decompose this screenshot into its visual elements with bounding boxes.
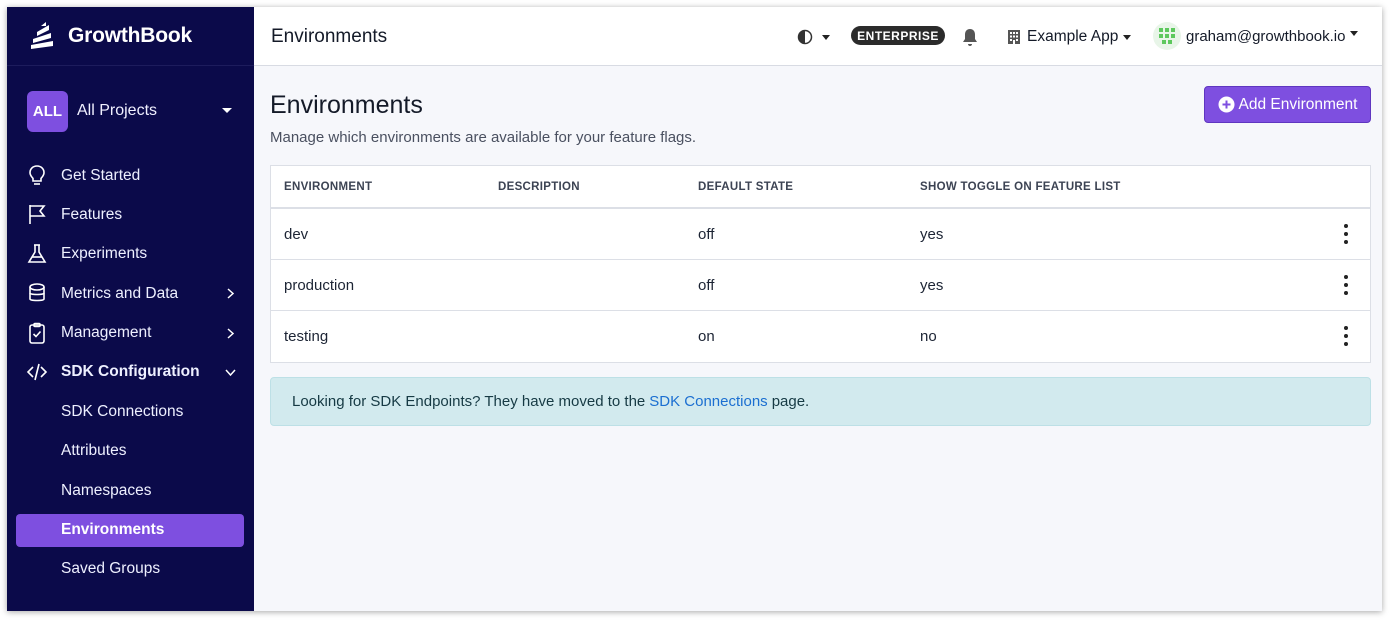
sidebar-item-label: Saved Groups (61, 560, 161, 578)
sidebar-subitem-namespaces[interactable]: Namespaces (16, 474, 244, 507)
sidebar-item-metrics-and-data[interactable]: Metrics and Data (16, 277, 244, 310)
top-bar: Environments ENTERPRISE Example App grah… (254, 7, 1382, 66)
app-name: GrowthBook (68, 24, 192, 47)
chevron-down-icon (1350, 31, 1359, 36)
kebab-menu-icon[interactable] (1338, 224, 1354, 244)
cell-environment: testing (284, 328, 329, 345)
main-content: Environments Manage which environments a… (254, 67, 1382, 611)
growthbook-logo-icon (31, 22, 53, 49)
lightbulb-icon (29, 165, 45, 185)
alert-text: Looking for SDK Endpoints? They have mov… (292, 393, 646, 410)
cell-environment: production (284, 276, 355, 294)
cell-default-state: off (698, 276, 715, 294)
column-header-environment[interactable]: ENVIRONMENT (284, 181, 372, 193)
cell-show-toggle: no (920, 328, 937, 345)
building-icon (1008, 30, 1020, 44)
page-title: Environments (270, 91, 423, 119)
sidebar-subitem-saved-groups[interactable]: Saved Groups (16, 553, 244, 586)
clipboard-check-icon (29, 322, 45, 344)
sidebar-item-management[interactable]: Management (16, 317, 244, 350)
table-row: dev off yes (271, 209, 1370, 260)
chevron-down-icon (822, 34, 830, 40)
sidebar-item-label: Namespaces (61, 481, 152, 499)
add-environment-label: Add Environment (1238, 95, 1358, 113)
sidebar-subitem-environments[interactable]: Environments (16, 513, 244, 547)
app-window: GrowthBook ALL All Projects Get Started … (7, 7, 1382, 611)
cell-default-state: on (698, 328, 715, 345)
alert-text-end: page. (771, 393, 810, 410)
sdk-connections-link[interactable]: SDK Connections (649, 393, 767, 410)
sidebar-item-features[interactable]: Features (16, 198, 244, 231)
sidebar-subitem-attributes[interactable]: Attributes (16, 435, 244, 468)
chevron-down-icon (222, 108, 232, 113)
sidebar-item-label: Management (61, 324, 152, 342)
theme-toggle[interactable] (797, 28, 837, 46)
flask-icon (27, 243, 47, 263)
org-selector[interactable]: Example App (1007, 26, 1132, 48)
topbar-title: Environments (271, 26, 388, 47)
brand[interactable]: GrowthBook (7, 7, 254, 66)
chevron-right-icon (227, 288, 235, 299)
info-alert: Looking for SDK Endpoints? They have mov… (270, 377, 1371, 426)
sidebar-subitem-sdk-connections[interactable]: SDK Connections (16, 395, 244, 428)
cell-show-toggle: yes (920, 225, 944, 243)
table-row: testing on no (271, 311, 1370, 362)
user-menu[interactable]: graham@growthbook.io (1153, 22, 1359, 50)
cell-default-state: off (698, 225, 715, 243)
environments-table: ENVIRONMENT DESCRIPTION DEFAULT STATE SH… (270, 165, 1371, 363)
project-label: All Projects (77, 102, 158, 119)
sidebar-item-label: Metrics and Data (61, 284, 179, 302)
chevron-down-icon (225, 369, 236, 377)
database-icon (29, 283, 45, 302)
sidebar-item-label: Attributes (61, 442, 127, 460)
page-subtitle: Manage which environments are available … (270, 129, 697, 146)
sidebar-item-sdk-configuration[interactable]: SDK Configuration (16, 356, 244, 389)
sidebar-item-label: Environments (61, 521, 165, 539)
column-header-show-toggle[interactable]: SHOW TOGGLE ON FEATURE LIST (920, 181, 1121, 193)
sidebar-item-label: Features (61, 205, 123, 223)
plus-circle-icon (1218, 96, 1235, 113)
sidebar-item-label: Experiments (61, 245, 148, 263)
plan-badge: ENTERPRISE (851, 26, 945, 45)
project-badge: ALL (27, 90, 68, 132)
sidebar: GrowthBook ALL All Projects Get Started … (7, 7, 254, 611)
chevron-down-icon (1123, 34, 1132, 40)
bell-icon[interactable] (961, 27, 979, 47)
code-icon (26, 363, 48, 381)
half-circle-theme-icon (797, 29, 813, 45)
table-header: ENVIRONMENT DESCRIPTION DEFAULT STATE SH… (271, 166, 1370, 209)
column-header-default-state[interactable]: DEFAULT STATE (698, 181, 793, 193)
sidebar-item-experiments[interactable]: Experiments (16, 238, 244, 271)
user-email: graham@growthbook.io (1186, 27, 1346, 45)
cell-environment: dev (284, 225, 309, 243)
sidebar-item-label: SDK Configuration (61, 363, 200, 381)
add-environment-button[interactable]: Add Environment (1204, 86, 1371, 123)
flag-icon (29, 205, 46, 225)
sidebar-nav: Get Started Features Experiments Metrics… (16, 159, 244, 592)
column-header-description[interactable]: DESCRIPTION (498, 181, 580, 193)
kebab-menu-icon[interactable] (1338, 326, 1354, 346)
chevron-right-icon (227, 328, 235, 339)
table-row: production off yes (271, 260, 1370, 311)
sidebar-item-label: SDK Connections (61, 402, 184, 420)
avatar-identicon (1153, 22, 1181, 50)
sidebar-item-label: Get Started (61, 166, 141, 184)
cell-show-toggle: yes (920, 276, 944, 294)
project-selector[interactable]: ALL All Projects (27, 90, 240, 132)
kebab-menu-icon[interactable] (1338, 275, 1354, 295)
org-name: Example App (1027, 28, 1119, 45)
sidebar-item-get-started[interactable]: Get Started (16, 159, 244, 192)
